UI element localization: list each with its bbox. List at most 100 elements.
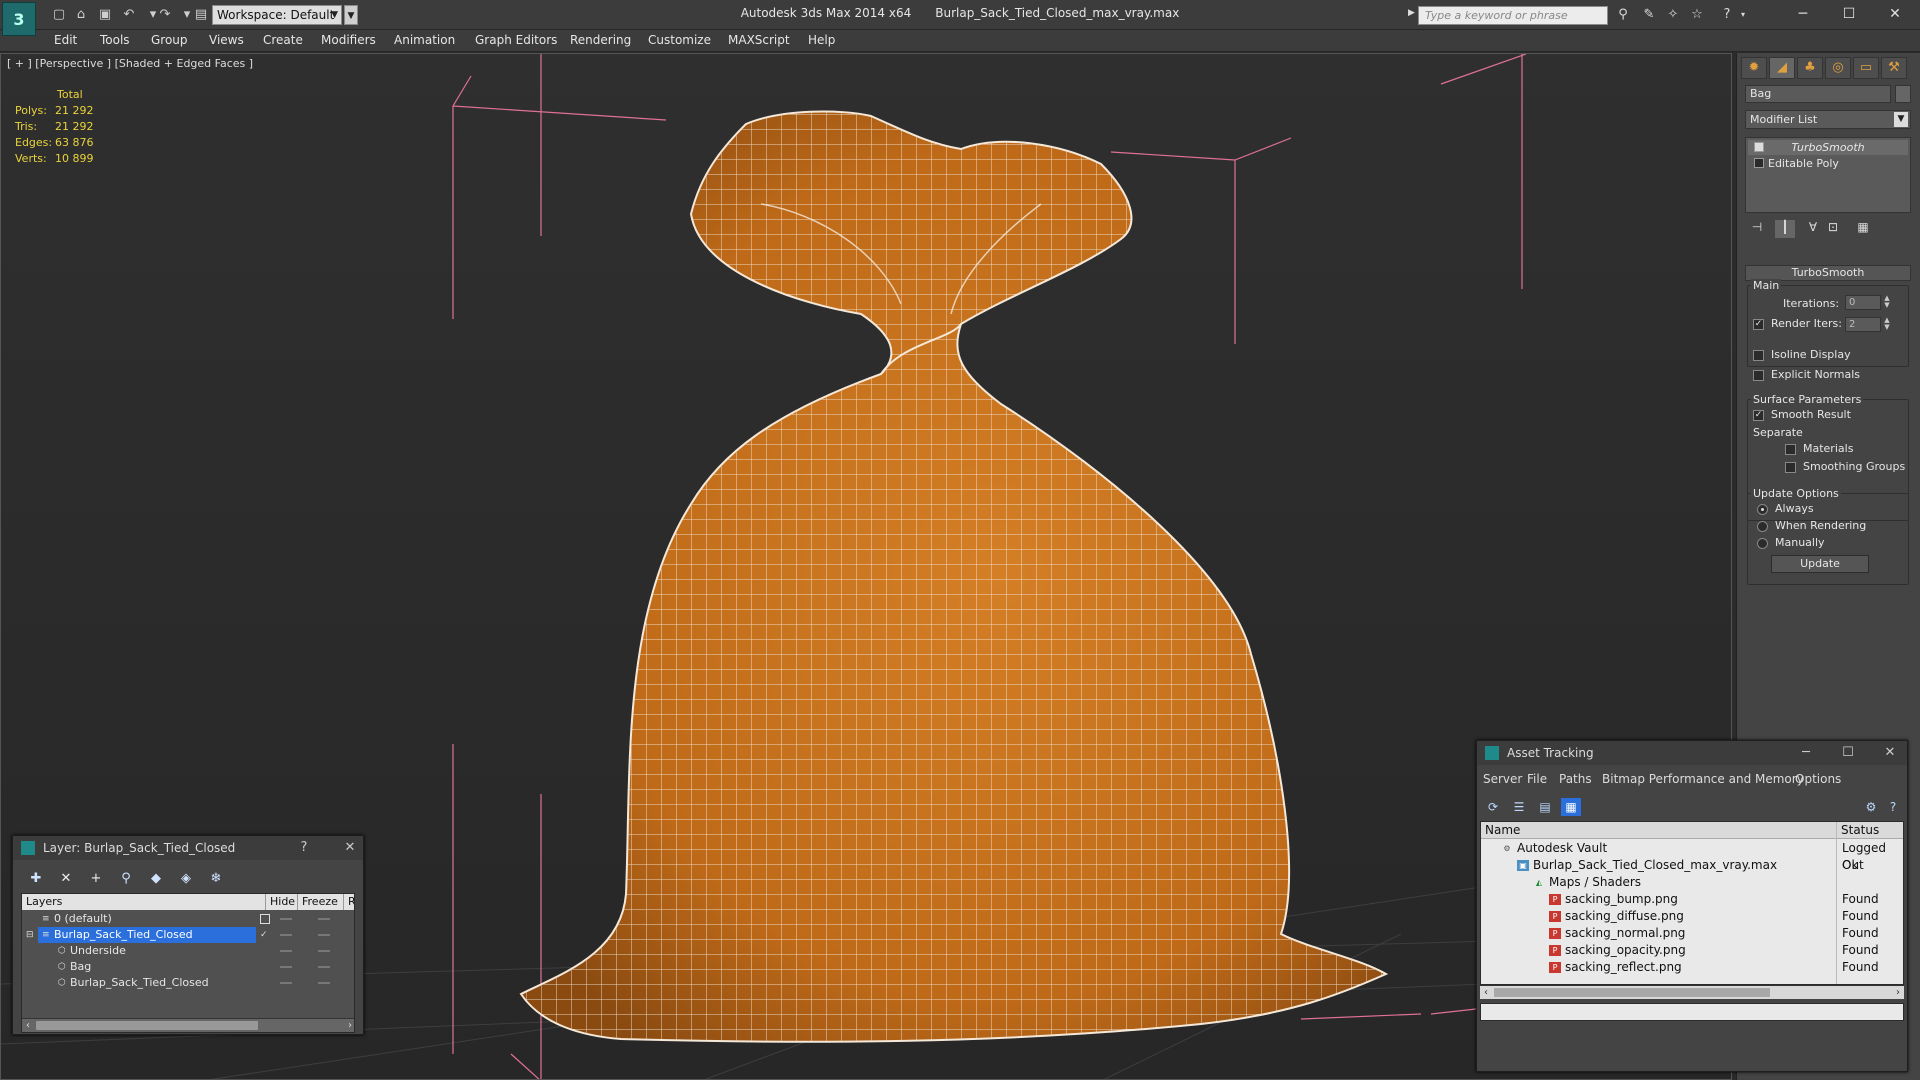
column-freeze[interactable]: Freeze <box>298 894 344 910</box>
modifier-list-dropdown[interactable]: Modifier List ▼ <box>1745 110 1911 129</box>
add-to-layer-icon[interactable]: + <box>85 870 107 888</box>
menu-customize[interactable]: Customize <box>648 33 711 47</box>
asset-menu-bitmap-performance[interactable]: Bitmap Performance and Memory <box>1602 772 1804 786</box>
asset-row[interactable]: P sacking_bump.png Found <box>1481 891 1903 908</box>
freeze-all-layers-icon[interactable]: ❄ <box>205 870 227 888</box>
scroll-right-icon[interactable]: › <box>1892 986 1904 999</box>
menu-help[interactable]: Help <box>808 33 835 47</box>
asset-menu-server[interactable]: Server <box>1483 772 1522 786</box>
when-rendering-radio[interactable] <box>1757 521 1768 532</box>
asset-menu-options[interactable]: Options <box>1795 772 1841 786</box>
asset-row[interactable]: P sacking_diffuse.png Found <box>1481 908 1903 925</box>
expand-icon[interactable] <box>1754 158 1764 168</box>
column-hide[interactable]: Hide <box>266 894 298 910</box>
menu-modifiers[interactable]: Modifiers <box>321 33 376 47</box>
hide-toggle[interactable] <box>280 934 292 936</box>
column-name[interactable]: Name <box>1481 822 1837 839</box>
hide-toggle[interactable] <box>280 950 292 952</box>
menu-maxscript[interactable]: MAXScript <box>728 33 790 47</box>
search-expand-icon[interactable]: ▶ <box>1408 8 1415 18</box>
layer-row[interactable]: ⬡ Burlap_Sack_Tied_Closed <box>22 975 340 991</box>
hide-toggle[interactable] <box>280 918 292 920</box>
show-end-result-icon[interactable]: ┃ <box>1775 220 1795 238</box>
remove-modifier-icon[interactable]: ⊡ <box>1823 220 1843 238</box>
scroll-left-icon[interactable]: ‹ <box>22 1019 34 1032</box>
select-objects-icon[interactable]: ⚲ <box>115 870 137 888</box>
favorites-icon[interactable]: ☆ <box>1688 7 1706 23</box>
scrollbar-thumb[interactable] <box>36 1021 258 1030</box>
help-icon[interactable]: ? <box>1883 798 1903 816</box>
freeze-toggle[interactable] <box>318 950 330 952</box>
menu-graph-editors[interactable]: Graph Editors <box>475 33 557 47</box>
stack-item-editable-poly[interactable]: Editable Poly <box>1748 156 1908 171</box>
binoculars-icon[interactable]: ⚲ <box>1614 7 1632 23</box>
column-render[interactable]: R <box>344 894 354 910</box>
scroll-right-icon[interactable]: › <box>344 1019 354 1032</box>
subscription-icon[interactable]: ✎ <box>1640 7 1658 23</box>
spinner-arrows-icon[interactable]: ▲ ▼ <box>1883 317 1891 332</box>
asset-row[interactable]: ◭ Maps / Shaders <box>1481 874 1903 891</box>
help-dropdown-icon[interactable]: ▾ <box>1734 7 1752 23</box>
manually-radio[interactable] <box>1757 538 1768 549</box>
smooth-result-checkbox[interactable]: ✓ <box>1753 410 1764 421</box>
asset-row[interactable]: P sacking_normal.png Found <box>1481 925 1903 942</box>
maximize-button[interactable]: ☐ <box>1835 741 1861 765</box>
maximize-button[interactable]: ☐ <box>1826 3 1872 25</box>
scroll-left-icon[interactable]: ‹ <box>1480 986 1492 999</box>
create-tab-icon[interactable]: ✹ <box>1741 57 1767 79</box>
column-layers[interactable]: Layers <box>22 894 266 910</box>
asset-menu-file[interactable]: File <box>1527 772 1547 786</box>
layer-row[interactable]: ⬡ Underside <box>22 943 340 959</box>
stack-item-turbosmooth[interactable]: TurboSmooth <box>1748 140 1908 155</box>
menu-views[interactable]: Views <box>209 33 244 47</box>
freeze-toggle[interactable] <box>318 918 330 920</box>
close-button[interactable]: ✕ <box>337 836 363 860</box>
horizontal-scrollbar[interactable]: ‹ › <box>1480 985 1904 999</box>
checkmark-icon[interactable]: ✓ <box>260 930 270 940</box>
asset-row[interactable]: ⚙ Autodesk Vault Logged Out <box>1481 840 1903 872</box>
lightbulb-icon[interactable] <box>1754 142 1764 152</box>
list-view-icon[interactable]: ☰ <box>1509 798 1529 816</box>
menu-rendering[interactable]: Rendering <box>570 33 631 47</box>
always-radio[interactable] <box>1757 504 1768 515</box>
help-button[interactable]: ? <box>291 836 317 860</box>
scrollbar-thumb[interactable] <box>1494 988 1770 997</box>
object-color-swatch[interactable] <box>1895 85 1911 103</box>
pin-stack-icon[interactable]: ⊣ <box>1747 220 1767 238</box>
communication-icon[interactable]: ✧ <box>1664 7 1682 23</box>
detail-view-icon[interactable]: ▤ <box>1535 798 1555 816</box>
materials-checkbox[interactable] <box>1785 444 1796 455</box>
close-button[interactable]: ✕ <box>1877 741 1903 765</box>
layer-row[interactable]: ⬡ Bag <box>22 959 340 975</box>
freeze-toggle[interactable] <box>318 934 330 936</box>
column-status[interactable]: Status <box>1837 822 1903 839</box>
horizontal-scrollbar[interactable]: ‹ › <box>22 1018 354 1032</box>
asset-row[interactable]: P sacking_reflect.png Found <box>1481 959 1903 976</box>
vault-login-icon[interactable]: ⚙ <box>1861 798 1881 816</box>
freeze-toggle[interactable] <box>318 982 330 984</box>
hierarchy-tab-icon[interactable]: ♣ <box>1797 57 1823 79</box>
update-button[interactable]: Update <box>1771 555 1869 573</box>
asset-row[interactable]: ▣ Burlap_Sack_Tied_Closed_max_vray.max O… <box>1481 857 1903 874</box>
layer-row[interactable]: ≡ 0 (default) <box>22 911 340 927</box>
create-layer-icon[interactable]: ✚ <box>25 870 47 888</box>
layer-row[interactable]: ⊟ ≡ Burlap_Sack_Tied_Closed ✓ <box>22 927 340 943</box>
menu-group[interactable]: Group <box>151 33 188 47</box>
minimize-button[interactable]: ─ <box>1793 741 1819 765</box>
menu-create[interactable]: Create <box>263 33 303 47</box>
minimize-button[interactable]: ─ <box>1780 3 1826 25</box>
utilities-tab-icon[interactable]: ⚒ <box>1881 57 1907 79</box>
hide-all-layers-icon[interactable]: ◈ <box>175 870 197 888</box>
render-iters-spinner[interactable]: 2 <box>1845 317 1881 332</box>
close-button[interactable]: ✕ <box>1872 3 1918 25</box>
highlight-layer-icon[interactable]: ◆ <box>145 870 167 888</box>
asset-menu-paths[interactable]: Paths <box>1559 772 1592 786</box>
collapse-icon[interactable]: ⊟ <box>26 930 36 940</box>
asset-path-field[interactable] <box>1480 1003 1904 1021</box>
delete-layer-icon[interactable]: ✕ <box>55 870 77 888</box>
menu-edit[interactable]: Edit <box>54 33 77 47</box>
make-unique-icon[interactable]: ∀ <box>1803 220 1823 238</box>
asset-row[interactable]: P sacking_opacity.png Found <box>1481 942 1903 959</box>
iterations-spinner[interactable]: 0 <box>1845 295 1881 310</box>
isoline-display-checkbox[interactable] <box>1753 350 1764 361</box>
